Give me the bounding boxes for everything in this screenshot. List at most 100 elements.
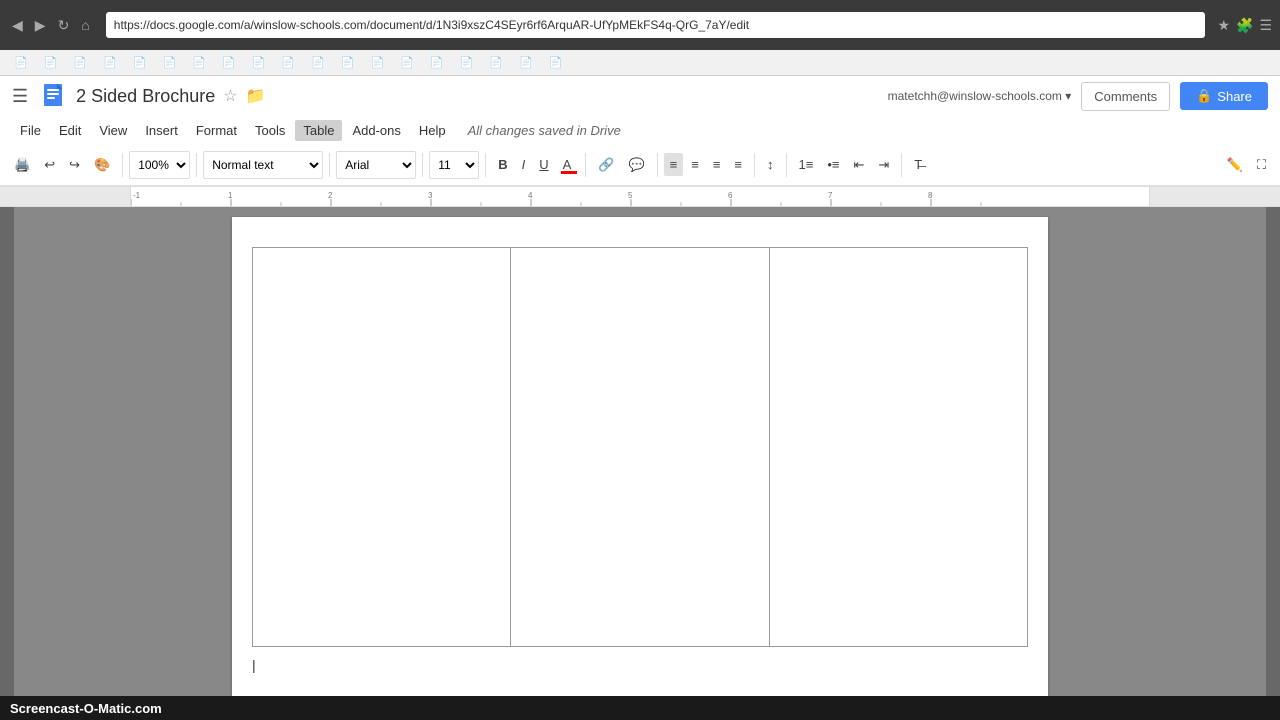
expand-button[interactable]: ⛶ <box>1251 153 1272 177</box>
document-page[interactable]: | <box>232 217 1048 696</box>
bookmark-item[interactable]: 📄 <box>364 54 390 71</box>
zoom-select[interactable]: 100% 75% 125% 150% <box>129 151 190 179</box>
menu-addons[interactable]: Add-ons <box>344 120 408 141</box>
svg-text:5: 5 <box>628 191 633 200</box>
bookmark-item[interactable]: 📄 <box>513 54 539 71</box>
text-color-button[interactable]: A <box>557 153 580 176</box>
line-spacing-button[interactable]: ↕ <box>761 153 780 176</box>
bookmark-item[interactable]: 📄 <box>127 54 153 71</box>
folder-icon[interactable]: 📁 <box>246 86 266 106</box>
numbered-list-button[interactable]: 1≡ <box>793 153 820 176</box>
bookmark-icon[interactable]: ★ <box>1217 17 1230 34</box>
page-content[interactable]: | <box>232 217 1048 696</box>
bookmark-item[interactable]: 📄 <box>335 54 361 71</box>
redo-button[interactable]: ↪ <box>63 153 86 177</box>
bookmark-item[interactable]: 📄 <box>454 54 480 71</box>
bookmark-item[interactable]: 📄 <box>275 54 301 71</box>
font-size-select[interactable]: 11 10 12 14 <box>429 151 479 179</box>
bookmark-item[interactable]: 📄 <box>186 54 212 71</box>
menu-view[interactable]: View <box>91 120 135 141</box>
font-select[interactable]: Arial Times New Roman Courier New <box>336 151 416 179</box>
reload-button[interactable]: ↻ <box>54 15 74 36</box>
document-area[interactable]: | <box>14 207 1266 696</box>
sidebar-left <box>0 207 14 696</box>
forward-button[interactable]: ▶ <box>31 15 50 36</box>
extensions-icon[interactable]: 🧩 <box>1236 17 1253 34</box>
bookmark-item[interactable]: 📄 <box>38 54 64 71</box>
bookmark-item[interactable]: 📄 <box>216 54 242 71</box>
svg-text:-1: -1 <box>133 191 141 200</box>
style-select[interactable]: Normal text Heading 1 Heading 2 <box>203 151 323 179</box>
edit-mode-button[interactable]: ✏️ <box>1221 153 1249 177</box>
star-icon[interactable]: ☆ <box>223 86 237 106</box>
comment-button[interactable]: 💬 <box>622 153 650 177</box>
separator-1 <box>122 153 123 177</box>
menu-tools[interactable]: Tools <box>247 120 293 141</box>
bookmarks-bar: 📄 📄 📄 📄 📄 📄 📄 📄 📄 📄 📄 📄 📄 📄 📄 📄 📄 📄 📄 <box>0 50 1280 76</box>
paint-format-button[interactable]: 🎨 <box>88 153 116 177</box>
comments-button[interactable]: Comments <box>1081 82 1170 111</box>
undo-button[interactable]: ↩ <box>38 153 61 177</box>
svg-text:6: 6 <box>728 191 733 200</box>
increase-indent-button[interactable]: ⇥ <box>872 153 895 177</box>
link-button[interactable]: 🔗 <box>592 153 620 177</box>
autosave-message: All changes saved in Drive <box>468 123 621 138</box>
back-button[interactable]: ◀ <box>8 15 27 36</box>
bookmark-item[interactable]: 📄 <box>483 54 509 71</box>
separator-7 <box>657 153 658 177</box>
bookmark-item[interactable]: 📄 <box>424 54 450 71</box>
svg-text:4: 4 <box>528 191 533 200</box>
sidebar-toggle-icon[interactable]: ☰ <box>12 86 28 107</box>
italic-button[interactable]: I <box>516 153 532 176</box>
menu-format[interactable]: Format <box>188 120 245 141</box>
bookmark-item[interactable]: 📄 <box>394 54 420 71</box>
align-center-button[interactable]: ≡ <box>685 153 705 176</box>
separator-6 <box>585 153 586 177</box>
gdocs-header: ☰ 2 Sided Brochure ☆ 📁 matetchh@winslow-… <box>0 76 1280 187</box>
address-bar[interactable]: https://docs.google.com/a/winslow-school… <box>106 12 1206 38</box>
decrease-indent-button[interactable]: ⇤ <box>847 153 870 177</box>
toolbar: 🖨️ ↩ ↪ 🎨 100% 75% 125% 150% Normal text … <box>0 144 1280 186</box>
brochure-table[interactable] <box>252 247 1028 647</box>
table-cell-1[interactable] <box>253 248 511 647</box>
ruler-inner: -1 1 2 3 4 5 6 7 <box>130 187 1150 206</box>
menu-insert[interactable]: Insert <box>137 120 186 141</box>
underline-button[interactable]: U <box>533 153 554 176</box>
bookmark-item[interactable]: 📄 <box>97 54 123 71</box>
lock-icon: 🔒 <box>1196 88 1212 104</box>
table-cell-2[interactable] <box>511 248 769 647</box>
menu-help[interactable]: Help <box>411 120 454 141</box>
bookmark-item[interactable]: 📄 <box>543 54 569 71</box>
menu-edit[interactable]: Edit <box>51 120 89 141</box>
share-button[interactable]: 🔒 Share <box>1180 82 1268 110</box>
bookmark-item[interactable]: 📄 <box>157 54 183 71</box>
doc-title[interactable]: 2 Sided Brochure <box>76 86 215 107</box>
table-cell-3[interactable] <box>769 248 1027 647</box>
bookmark-item[interactable]: 📄 <box>305 54 331 71</box>
bookmark-item[interactable]: 📄 <box>246 54 272 71</box>
menu-bar: File Edit View Insert Format Tools Table… <box>0 116 1280 144</box>
bookmark-item[interactable]: 📄 <box>67 54 93 71</box>
bold-button[interactable]: B <box>492 153 513 176</box>
bookmark-item[interactable]: 📄 <box>8 54 34 71</box>
menu-file[interactable]: File <box>12 120 49 141</box>
svg-text:7: 7 <box>828 191 833 200</box>
justify-button[interactable]: ≡ <box>728 153 748 176</box>
home-button[interactable]: ⌂ <box>77 15 93 35</box>
align-right-button[interactable]: ≡ <box>707 153 727 176</box>
separator-3 <box>329 153 330 177</box>
menu-table[interactable]: Table <box>295 120 342 141</box>
separator-10 <box>901 153 902 177</box>
menu-icon[interactable]: ☰ <box>1259 17 1272 34</box>
print-button[interactable]: 🖨️ <box>8 153 36 177</box>
bulleted-list-button[interactable]: •≡ <box>821 153 845 176</box>
separator-2 <box>196 153 197 177</box>
ruler: -1 1 2 3 4 5 6 7 <box>0 187 1280 207</box>
gdocs-logo-icon <box>40 82 68 110</box>
cursor-area[interactable]: | <box>252 657 1028 673</box>
align-left-button[interactable]: ≡ <box>664 153 684 176</box>
bottom-bar: Screencast-O-Matic.com <box>0 696 1280 720</box>
clear-formatting-button[interactable]: T̶ <box>908 153 928 176</box>
user-email[interactable]: matetchh@winslow-schools.com ▾ <box>888 89 1072 103</box>
separator-4 <box>422 153 423 177</box>
